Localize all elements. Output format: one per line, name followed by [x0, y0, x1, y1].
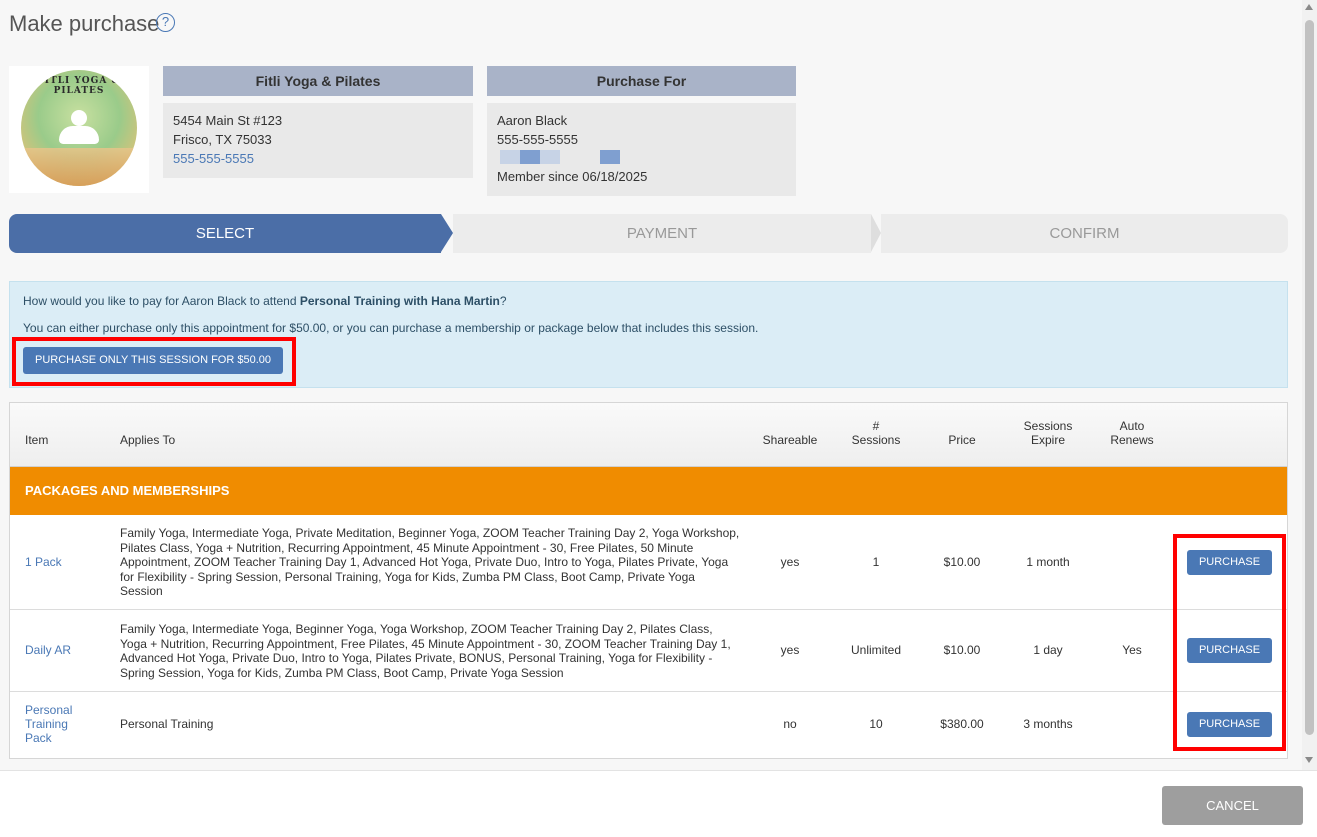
purchase-buttons-highlight — [1173, 534, 1286, 751]
service-name: Personal Training with Hana Martin — [299, 294, 500, 308]
client-name: Aaron Black — [497, 113, 568, 128]
applies-to: Family Yoga, Intermediate Yoga, Private … — [120, 526, 740, 598]
item-link[interactable]: 1 Pack — [25, 555, 105, 569]
step-confirm: CONFIRM — [881, 214, 1288, 253]
shareable: no — [783, 717, 797, 731]
purchase-dialog: Make purchase ? FITLI YOGA & PILATES Fit… — [0, 0, 1302, 770]
item-link[interactable]: Personal Training Pack — [25, 703, 90, 745]
client-phone: 555-555-5555 — [497, 132, 578, 147]
scrollbar[interactable] — [1302, 0, 1317, 770]
redacted-email — [500, 150, 786, 164]
step-separator — [871, 214, 881, 252]
step-payment: PAYMENT — [453, 214, 871, 253]
sessions-count: Unlimited — [850, 643, 901, 657]
purchase-steps: SELECT PAYMENT CONFIRM — [9, 214, 1288, 253]
header-auto-renews: Auto Renews — [1092, 419, 1172, 447]
auto-renews: Yes — [1122, 643, 1142, 657]
info-question: How would you like to pay for Aaron Blac… — [23, 294, 507, 308]
yoga-figure-icon — [71, 110, 87, 126]
member-since: Member since 06/18/2025 — [497, 169, 648, 184]
header-price: Price — [948, 433, 976, 447]
logo-band — [21, 148, 137, 186]
dialog-footer — [0, 770, 1317, 837]
sessions-count: 1 — [872, 555, 880, 569]
header-sessions-expire: Sessions Expire — [1008, 419, 1088, 447]
shareable: yes — [780, 643, 800, 657]
help-icon[interactable]: ? — [156, 13, 175, 32]
purchase-for-heading: Purchase For — [487, 66, 796, 96]
header-shareable: Shareable — [762, 433, 818, 447]
studio-info: 5454 Main St #123 Frisco, TX 75033 555-5… — [163, 103, 473, 178]
page-title: Make purchase — [9, 11, 160, 36]
price: $10.00 — [943, 555, 981, 569]
applies-to: Family Yoga, Intermediate Yoga, Beginner… — [120, 622, 731, 680]
info-question-end: ? — [499, 294, 507, 308]
header-expire-line1: Sessions — [1023, 419, 1073, 433]
studio-logo: FITLI YOGA & PILATES — [9, 66, 149, 193]
scroll-thumb[interactable] — [1305, 20, 1314, 735]
header-sessions-line2: Sessions — [851, 433, 901, 447]
table-header: Item Applies To Shareable # Sessions Pri… — [10, 403, 1287, 467]
cancel-button[interactable]: CANCEL — [1162, 786, 1303, 825]
item-link[interactable]: Daily AR — [25, 643, 105, 657]
header-item: Item — [25, 433, 49, 447]
step-select-arrow — [441, 214, 453, 252]
table-row: Personal Training Pack Personal Training… — [10, 692, 1287, 758]
packages-table: Item Applies To Shareable # Sessions Pri… — [9, 402, 1288, 759]
step-select: SELECT — [9, 214, 441, 253]
price: $380.00 — [940, 717, 984, 731]
studio-name: Fitli Yoga & Pilates — [163, 66, 473, 96]
table-row: 1 Pack Family Yoga, Intermediate Yoga, P… — [10, 515, 1287, 610]
studio-address-line1: 5454 Main St #123 — [173, 113, 283, 128]
sessions-expire: 3 months — [1023, 717, 1073, 731]
price: $10.00 — [943, 643, 981, 657]
info-explanation: You can either purchase only this appoin… — [23, 321, 759, 335]
sessions-expire: 1 day — [1033, 643, 1063, 657]
sessions-expire: 1 month — [1026, 555, 1070, 569]
header-sessions: # Sessions — [836, 419, 916, 447]
header-expire-line2: Expire — [1030, 433, 1065, 447]
studio-address-line2: Frisco, TX 75033 — [173, 132, 272, 147]
sessions-count: 10 — [869, 717, 883, 731]
logo-circle: FITLI YOGA & PILATES — [21, 70, 137, 186]
header-sessions-line1: # — [872, 419, 880, 433]
session-button-highlight — [12, 337, 296, 386]
applies-to: Personal Training — [120, 717, 214, 731]
purchase-for-info: Aaron Black 555-555-5555 Member since 06… — [487, 103, 796, 196]
section-packages-memberships: PACKAGES AND MEMBERSHIPS — [10, 467, 1287, 515]
logo-text: FITLI YOGA & PILATES — [37, 76, 121, 96]
info-question-text: How would you like to pay for Aaron Blac… — [23, 294, 300, 308]
header-renew-line1: Auto — [1119, 419, 1145, 433]
shareable: yes — [780, 555, 800, 569]
scroll-down-icon[interactable] — [1305, 757, 1313, 763]
header-applies-to: Applies To — [120, 433, 176, 447]
table-row: Daily AR Family Yoga, Intermediate Yoga,… — [10, 610, 1287, 692]
header-renew-line2: Renews — [1110, 433, 1154, 447]
yoga-figure-body — [59, 126, 99, 144]
scroll-up-icon[interactable] — [1305, 4, 1313, 10]
studio-phone-link[interactable]: 555-555-5555 — [173, 149, 463, 168]
